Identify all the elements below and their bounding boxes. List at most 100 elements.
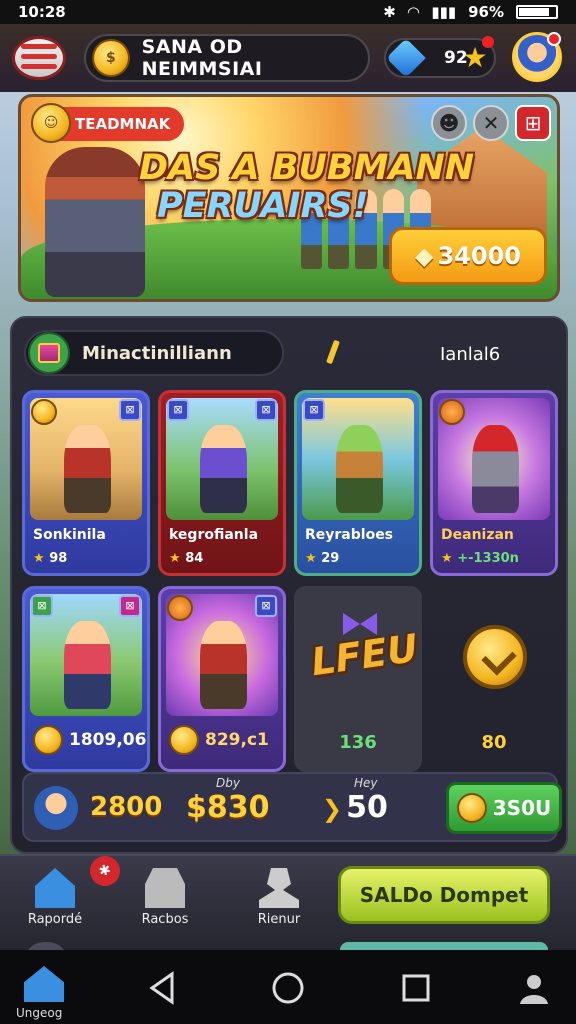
nav-label: Racbos bbox=[141, 912, 189, 927]
gem-icon bbox=[386, 38, 426, 78]
star-icon: ★ bbox=[169, 551, 181, 566]
bell-icon: ◆ bbox=[415, 242, 434, 270]
coin-icon bbox=[169, 725, 199, 755]
badge-icon: ⊠ bbox=[255, 595, 277, 617]
home-label: Ungeog bbox=[16, 1006, 63, 1020]
chest-icon bbox=[28, 332, 70, 374]
card-price: 136 bbox=[339, 732, 377, 753]
shop-card[interactable]: ⊠ ⊠ kegrofianla ★ 84 bbox=[158, 390, 286, 576]
status-bar: 10:28 ✱ ◠ ▮▮▮ 96% bbox=[0, 0, 576, 24]
card-rating: ★ +-1330n bbox=[441, 551, 519, 566]
banner-title: DAS A BUBMANN PERUAIRS! bbox=[139, 149, 474, 225]
smiley-coin-icon: ☺ bbox=[31, 103, 71, 143]
star-icon: ★ bbox=[33, 551, 45, 566]
coin-icon bbox=[456, 793, 487, 823]
promo-banner[interactable]: ☺ TEADMNAK DAS A BUBMANN PERUAIRS! ☻ ✕ ⊞… bbox=[18, 94, 560, 302]
wallet-button[interactable]: SALDo Dompet bbox=[338, 866, 550, 924]
system-nav-bar: Ungeog bbox=[0, 950, 576, 1024]
summary-label-2: Dby bbox=[216, 776, 240, 790]
battery-percent: 96% bbox=[468, 3, 504, 21]
banner-price-button[interactable]: ◆ 34000 bbox=[389, 227, 547, 285]
player-name-bar[interactable]: $ SANA OD NEIMMSIAI bbox=[84, 34, 370, 82]
summary-label-3: Hey bbox=[354, 776, 378, 790]
shop-card[interactable]: ⊠ Reyrabloes ★ 29 bbox=[294, 390, 422, 576]
shop-card[interactable]: 80 bbox=[430, 586, 558, 772]
card-rating: ★ 84 bbox=[169, 551, 204, 566]
bottom-nav: Rapordé ✱ Racbos Rienur SALDo Dompet bbox=[0, 852, 576, 962]
star-icon: ★ bbox=[305, 551, 317, 566]
badge-icon: ⊠ bbox=[119, 595, 141, 617]
nav-item-shop[interactable]: Racbos bbox=[120, 868, 210, 927]
card-title: Reyrabloes bbox=[305, 527, 394, 543]
player-avatar bbox=[34, 786, 78, 830]
home-circle-icon[interactable] bbox=[270, 970, 306, 1006]
gem-counter[interactable]: 92 ★ bbox=[384, 36, 496, 78]
summary-value-1: 2800 bbox=[90, 792, 163, 822]
card-logo: LFEU bbox=[308, 625, 421, 685]
home-icon bbox=[35, 868, 75, 908]
shop-card[interactable]: ⊠ 829,c1 bbox=[158, 586, 286, 772]
summary-value-2: $830 bbox=[186, 790, 270, 825]
summary-value-3: ❯ 50 bbox=[322, 790, 388, 825]
wifi-icon: ◠ bbox=[407, 3, 420, 21]
badge-icon: ⊠ bbox=[119, 399, 141, 421]
status-time: 10:28 bbox=[18, 3, 66, 21]
card-title: Sonkinila bbox=[33, 527, 106, 543]
star-icon: ★ bbox=[441, 551, 453, 566]
banner-icons: ☻ ✕ ⊞ bbox=[431, 105, 551, 141]
shop-panel: Minactinilliann Ianlal6 ⊠ Sonkinila ★ 98… bbox=[10, 316, 568, 854]
person-icon[interactable]: ☻ bbox=[431, 105, 467, 141]
store-icon bbox=[145, 868, 185, 908]
back-icon[interactable] bbox=[146, 970, 182, 1006]
recents-icon[interactable] bbox=[398, 970, 434, 1006]
notification-dot bbox=[482, 36, 494, 48]
shop-card[interactable]: ⊠ Sonkinila ★ 98 bbox=[22, 390, 150, 576]
badge-icon: ⊠ bbox=[255, 399, 277, 421]
banner-title-line2: PERUAIRS! bbox=[157, 186, 369, 226]
status-icons: ✱ ◠ ▮▮▮ 96% bbox=[383, 3, 558, 21]
nav-item-profile[interactable]: Rienur bbox=[234, 868, 324, 927]
badge-icon: ⊠ bbox=[167, 399, 189, 421]
gift-icon[interactable]: ⊞ bbox=[515, 105, 551, 141]
card-price: 829,c1 bbox=[169, 725, 269, 755]
bluetooth-icon: ✱ bbox=[383, 3, 396, 21]
card-title: kegrofianla bbox=[169, 527, 259, 543]
profile-avatar[interactable] bbox=[512, 32, 562, 82]
coin-icon bbox=[439, 399, 465, 425]
section-right-label: Ianlal6 bbox=[440, 344, 501, 365]
menu-button[interactable] bbox=[12, 36, 66, 80]
star-icon: ★ bbox=[462, 41, 488, 74]
account-icon[interactable] bbox=[516, 970, 552, 1006]
summary-bar: 2800 Dby $830 Hey ❯ 50 3S0U bbox=[22, 772, 562, 842]
nav-item-home[interactable]: Rapordé bbox=[10, 868, 100, 927]
card-rating: ★ 98 bbox=[33, 551, 68, 566]
card-price: 1809,06 bbox=[33, 725, 146, 755]
notification-dot bbox=[547, 32, 561, 46]
buy-button[interactable]: 3S0U bbox=[446, 782, 562, 834]
coin-icon bbox=[167, 595, 193, 621]
shop-card[interactable]: ⊠ ⊠ 1809,06 bbox=[22, 586, 150, 772]
section-header[interactable]: Minactinilliann bbox=[24, 330, 284, 376]
banner-price: 34000 bbox=[437, 242, 521, 270]
coin-icon: $ bbox=[92, 39, 130, 77]
home-icon[interactable] bbox=[24, 966, 64, 1002]
banner-tag-label: TEADMNAK bbox=[75, 115, 171, 133]
buy-button-label: 3S0U bbox=[492, 796, 552, 820]
banner-title-line1: DAS A BUBMANN bbox=[139, 148, 475, 188]
game-shop-screen: 10:28 ✱ ◠ ▮▮▮ 96% $ SANA OD NEIMMSIAI 92… bbox=[0, 0, 576, 1024]
shop-card[interactable]: Deanizan ★ +-1330n bbox=[430, 390, 558, 576]
nav-label: Rienur bbox=[257, 912, 301, 927]
top-bar: $ SANA OD NEIMMSIAI 92 ★ bbox=[0, 24, 576, 92]
badge-icon: ⊠ bbox=[303, 399, 325, 421]
card-rating: ★ 29 bbox=[305, 551, 340, 566]
close-icon[interactable]: ✕ bbox=[473, 105, 509, 141]
section-title: Minactinilliann bbox=[82, 342, 232, 364]
coin-icon bbox=[31, 399, 57, 425]
card-title: Deanizan bbox=[441, 527, 514, 543]
shop-card[interactable]: LFEU 136 bbox=[294, 586, 422, 772]
player-name: SANA OD NEIMMSIAI bbox=[141, 36, 263, 80]
banner-tag: ☺ TEADMNAK bbox=[31, 103, 185, 143]
hero-character bbox=[45, 147, 145, 297]
nav-label: Rapordé bbox=[27, 912, 83, 927]
card-price: 80 bbox=[481, 732, 507, 753]
